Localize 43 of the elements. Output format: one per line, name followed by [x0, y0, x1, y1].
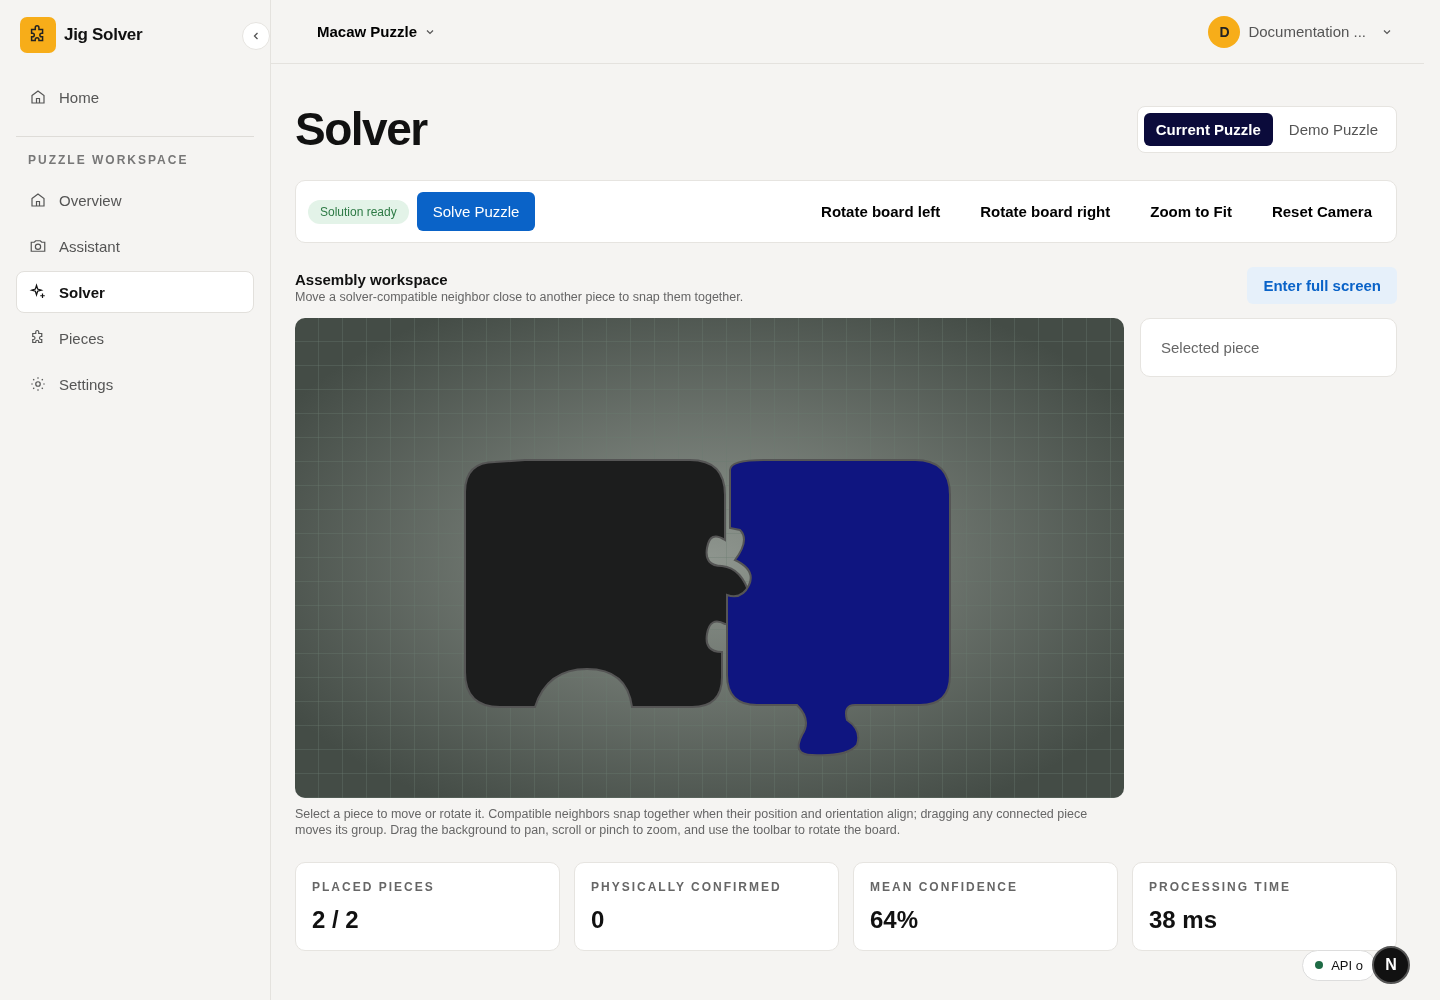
- panel-label: Selected piece: [1161, 339, 1260, 356]
- section-subtitle: Move a solver-compatible neighbor close to another piece to snap them together.: [295, 290, 744, 304]
- toolbar-button[interactable]: Reset Camera: [1259, 195, 1384, 228]
- help-text: Select a piece to move or rotate it. Compatible neighbors snap together when their position and orientation align; dragging any connected piece moves its group. Drag the background to pan, scroll or pinch to zoom, and use the toolbar to rotate the board.: [295, 806, 1089, 838]
- status-text: API o: [1331, 957, 1363, 973]
- assembly-canvas[interactable]: [295, 318, 1124, 798]
- fullscreen-button[interactable]: Enter full screen: [1247, 267, 1397, 304]
- home-icon: [29, 191, 47, 209]
- dev-tools-button[interactable]: N: [1372, 946, 1410, 984]
- section-title: Assembly workspace: [295, 271, 449, 288]
- page-title: Solver: [295, 102, 427, 156]
- sidebar-item[interactable]: Home: [16, 76, 254, 118]
- sidebar-item[interactable]: Settings: [16, 363, 254, 405]
- camera-icon: [29, 237, 47, 255]
- stat-label: PROCESSING TIME: [1149, 880, 1292, 894]
- stat-value: 38 ms: [1149, 906, 1219, 934]
- stat-label: PHYSICALLY CONFIRMED: [591, 880, 783, 894]
- stat-label: MEAN CONFIDENCE: [870, 880, 1019, 894]
- stat-label: PLACED PIECES: [312, 880, 436, 894]
- sidebar-item[interactable]: Overview: [16, 179, 254, 221]
- puzzle-logo-icon: [20, 17, 56, 53]
- project-dropdown[interactable]: Macaw Puzzle: [317, 23, 436, 40]
- puzzle-tab[interactable]: Current Puzzle: [1143, 112, 1273, 146]
- status-badge: Solution ready: [308, 199, 409, 224]
- stat-value: 0: [591, 906, 606, 934]
- sidebar-item[interactable]: Solver: [16, 271, 254, 313]
- puzzle-piece[interactable]: [726, 459, 951, 757]
- settings-icon: [29, 375, 47, 393]
- puzzle-tab[interactable]: Demo Puzzle: [1276, 112, 1390, 146]
- section-heading: PUZZLE WORKSPACE: [27, 153, 190, 167]
- sidebar-item[interactable]: Pieces: [16, 317, 254, 359]
- solve-button[interactable]: Solve Puzzle: [416, 192, 536, 231]
- stat-value: 2 / 2: [312, 906, 360, 934]
- app-name: Jig Solver: [64, 25, 143, 45]
- toolbar-button[interactable]: Zoom to Fit: [1138, 195, 1244, 228]
- sparkle-icon: [29, 283, 47, 301]
- stat-value: 64%: [870, 906, 920, 934]
- toolbar-button[interactable]: Rotate board right: [968, 195, 1123, 228]
- toolbar-button[interactable]: Rotate board left: [809, 195, 953, 228]
- chevron-left-icon: [251, 31, 261, 41]
- home-icon: [29, 88, 47, 106]
- account-menu[interactable]: D Documentation ...: [1208, 15, 1392, 48]
- sidebar-item[interactable]: Assistant: [16, 225, 254, 267]
